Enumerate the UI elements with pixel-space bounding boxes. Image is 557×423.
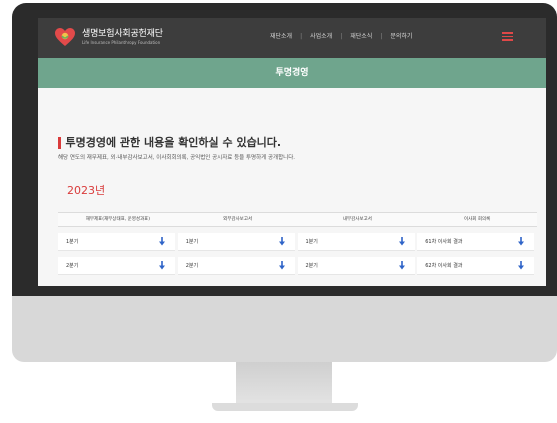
download-cell[interactable]: 61차 이사회 결과 xyxy=(417,233,535,251)
section-heading-text: 투명경영에 관한 내용을 확인하실 수 있습니다. xyxy=(65,136,282,149)
column-header-external-audit: 외부감사보고서 xyxy=(223,217,253,222)
cell-label: 1분기 xyxy=(305,239,318,245)
monitor-scene: 생명보험사회공헌재단 Life Insurance Philanthropy F… xyxy=(0,0,557,423)
cell-label: 1분기 xyxy=(185,239,199,245)
nav-item-about[interactable]: 재단소개 xyxy=(270,32,292,42)
monitor-screen: 생명보험사회공헌재단 Life Insurance Philanthropy F… xyxy=(38,18,546,286)
download-arrow-icon[interactable] xyxy=(159,261,165,270)
download-cell[interactable]: 2분기 xyxy=(58,257,175,275)
column-header-internal-audit: 내부감사보고서 xyxy=(342,217,372,222)
disclosure-table: 재무제표(재무상태표, 운영성과표) 외부감사보고서 내부감사보고서 이사회 회… xyxy=(58,212,537,275)
site-logo[interactable]: 생명보험사회공헌재단 Life Insurance Philanthropy F… xyxy=(54,27,163,47)
cell-label: 2분기 xyxy=(305,263,318,269)
nav-separator: | xyxy=(300,33,303,40)
heart-logo-icon xyxy=(55,28,75,46)
year-label: 2023년 xyxy=(67,184,106,197)
cell-label: 2분기 xyxy=(185,263,199,269)
cell-label: 62차 이사회 결과 xyxy=(425,263,463,269)
download-cell[interactable]: 2분기 xyxy=(177,257,295,275)
main-content: 투명경영에 관한 내용을 확인하실 수 있습니다. 해당 연도의 재무제표, 외… xyxy=(38,88,546,286)
table-row: 2분기 2분기 2분기 62차 이사회 결과 xyxy=(58,257,537,275)
nav-separator: | xyxy=(380,33,383,40)
monitor-chin xyxy=(12,296,557,362)
nav-separator: | xyxy=(340,33,343,40)
page-banner: 투명경영 xyxy=(38,58,546,88)
site-header: 생명보험사회공헌재단 Life Insurance Philanthropy F… xyxy=(38,18,546,58)
table-header: 재무제표(재무상태표, 운영성과표) 외부감사보고서 내부감사보고서 이사회 회… xyxy=(58,212,537,227)
cell-label: 1분기 xyxy=(66,239,79,245)
download-arrow-icon[interactable] xyxy=(278,261,285,270)
download-arrow-icon[interactable] xyxy=(398,237,405,246)
download-arrow-icon[interactable] xyxy=(518,261,525,270)
section-heading: 투명경영에 관한 내용을 확인하실 수 있습니다. xyxy=(58,136,281,150)
monitor-stand-foot xyxy=(212,403,358,411)
nav-item-news[interactable]: 재단소식 xyxy=(350,32,372,42)
download-cell[interactable]: 1분기 xyxy=(177,233,295,251)
logo-name: 생명보험사회공헌재단 xyxy=(82,28,163,39)
download-arrow-icon[interactable] xyxy=(398,261,405,270)
download-cell[interactable]: 2분기 xyxy=(297,257,415,275)
heading-accent-bar xyxy=(58,137,61,149)
hamburger-menu-icon[interactable] xyxy=(502,32,513,41)
main-nav: 재단소개 | 사업소개 | 재단소식 | 문의하기 xyxy=(270,32,412,42)
column-header-board-minutes: 이사회 회의록 xyxy=(463,217,491,222)
download-arrow-icon[interactable] xyxy=(518,237,525,246)
nav-item-contact[interactable]: 문의하기 xyxy=(390,32,412,42)
monitor-stand-neck xyxy=(236,362,332,406)
logo-subtitle: Life Insurance Philanthropy Foundation xyxy=(82,39,161,45)
nav-item-projects[interactable]: 사업소개 xyxy=(310,32,332,42)
cell-label: 2분기 xyxy=(66,263,79,269)
download-cell[interactable]: 1분기 xyxy=(58,233,175,251)
column-header-financial-statements: 재무제표(재무상태표, 운영성과표) xyxy=(85,217,151,222)
download-cell[interactable]: 1분기 xyxy=(297,233,415,251)
download-arrow-icon[interactable] xyxy=(278,237,285,246)
section-description: 해당 연도의 재무제표, 외·내부감사보고서, 이사회회의록, 공익법인 공시자… xyxy=(58,155,295,161)
download-cell[interactable]: 62차 이사회 결과 xyxy=(417,257,535,275)
download-arrow-icon[interactable] xyxy=(159,237,165,246)
page-title: 투명경영 xyxy=(275,68,309,78)
cell-label: 61차 이사회 결과 xyxy=(425,239,463,245)
table-row: 1분기 1분기 1분기 61차 이사회 결과 xyxy=(58,233,537,251)
